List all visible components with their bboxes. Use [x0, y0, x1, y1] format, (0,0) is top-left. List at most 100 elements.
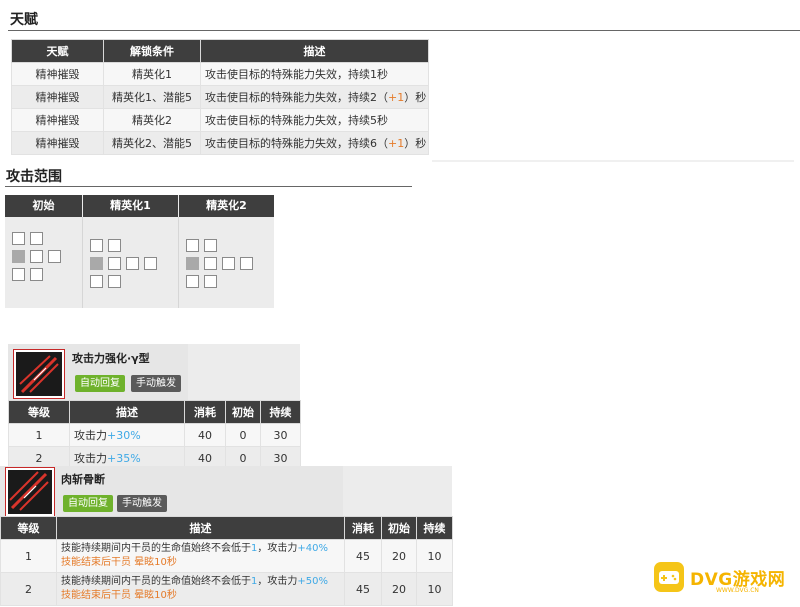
range-cell [90, 275, 103, 288]
range-header-elite1: 精英化1 [83, 195, 178, 217]
skill1-table-header: 等级 描述 消耗 初始 持续 [8, 400, 301, 424]
skill2-cost: 45 [344, 572, 382, 606]
skill2-bonus: +50% [297, 576, 328, 587]
skill2-duration: 10 [416, 539, 453, 573]
skill2-name: 肉斩骨断 [61, 473, 105, 486]
skill2-header-duration: 持续 [416, 516, 453, 540]
claw-icon [16, 352, 62, 396]
skill2-header-cost: 消耗 [344, 516, 382, 540]
talent-title-divider [8, 30, 800, 31]
skill1-icon [14, 350, 64, 398]
skill2-auto-recovery-badge: 自动回复 [63, 495, 113, 512]
talent-name: 精神摧毁 [11, 131, 104, 155]
range-cell [126, 257, 139, 270]
range-cell [108, 239, 121, 252]
talent-desc: 攻击使目标的特殊能力失效，持续5秒 [200, 108, 429, 132]
range-cell [90, 239, 103, 252]
skill1-bonus: +30% [107, 429, 141, 442]
table-row: 1 技能持续期间内干员的生命值始终不会低于1，攻击力+40% 技能结束后干员 晕… [0, 539, 453, 573]
table-row: 2 技能持续期间内干员的生命值始终不会低于1，攻击力+50% 技能结束后干员 晕… [0, 572, 453, 606]
skill1-header-init: 初始 [225, 400, 261, 424]
skill2-init: 20 [381, 572, 417, 606]
table-row: 1 攻击力+30% 40 0 30 [8, 423, 301, 447]
skill1-duration: 30 [260, 423, 301, 447]
skill2-table-header: 等级 描述 消耗 初始 持续 [0, 516, 453, 540]
skill2-header-desc: 描述 [56, 516, 345, 540]
table-row: 精神摧毁 精英化1 攻击使目标的特殊能力失效，持续1秒 [11, 62, 429, 86]
talent-condition: 精英化1 [103, 62, 201, 86]
talent-table-header: 天赋 解锁条件 描述 [11, 39, 429, 63]
skill2-table: 等级 描述 消耗 初始 持续 1 技能持续期间内干员的生命值始终不会低于1，攻击… [0, 516, 453, 606]
talent-table: 天赋 解锁条件 描述 精神摧毁 精英化1 攻击使目标的特殊能力失效，持续1秒 精… [11, 39, 429, 155]
skill2-duration: 10 [416, 572, 453, 606]
talent-desc: 攻击使目标的特殊能力失效，持续2（+1）秒 [200, 85, 429, 109]
range-cell [48, 250, 61, 263]
talent-desc: 攻击使目标的特殊能力失效，持续6（+1）秒 [200, 131, 429, 155]
range-cell [222, 257, 235, 270]
talent-name: 精神摧毁 [11, 62, 104, 86]
claw-icon [8, 470, 52, 514]
talent-desc: 攻击使目标的特殊能力失效，持续1秒 [200, 62, 429, 86]
talent-condition: 精英化1、潜能5 [103, 85, 201, 109]
skill1-auto-recovery-badge: 自动回复 [75, 375, 125, 392]
range-cell [204, 239, 217, 252]
skill1-bonus: +35% [107, 452, 141, 465]
talent-header-name: 天赋 [11, 39, 104, 63]
skill1-cost: 40 [184, 423, 226, 447]
skill2-level: 2 [0, 572, 57, 606]
skill2-header-level: 等级 [0, 516, 57, 540]
skill2-desc: 技能持续期间内干员的生命值始终不会低于1，攻击力+50% 技能结束后干员 晕眩1… [56, 572, 345, 606]
range-col-divider [82, 217, 83, 308]
talent-header-condition: 解锁条件 [103, 39, 201, 63]
skill2-desc: 技能持续期间内干员的生命值始终不会低于1，攻击力+40% 技能结束后干员 晕眩1… [56, 539, 345, 573]
skill2-level: 1 [0, 539, 57, 573]
skill2-side-effect: 技能结束后干员 晕眩10秒 [61, 557, 177, 568]
talent-name: 精神摧毁 [11, 85, 104, 109]
skill2-header-right [343, 466, 452, 516]
skill1-header-right [188, 344, 300, 400]
skill2-icon [6, 468, 54, 516]
skill1-name: 攻击力强化·γ型 [72, 352, 150, 365]
range-cell [108, 257, 121, 270]
skill1-desc: 攻击力+30% [69, 423, 185, 447]
talent-name: 精神摧毁 [11, 108, 104, 132]
range-cell [108, 275, 121, 288]
range-cell [30, 250, 43, 263]
range-cell-operator [90, 257, 103, 270]
range-cell-operator [186, 257, 199, 270]
skill2-header-init: 初始 [381, 516, 417, 540]
range-col-divider [178, 217, 179, 308]
skill2-bonus: +40% [297, 543, 328, 554]
range-cell [12, 232, 25, 245]
talent-condition: 精英化2 [103, 108, 201, 132]
range-section-title: 攻击范围 [6, 169, 62, 185]
talent-section-title: 天赋 [10, 12, 38, 28]
range-cell [30, 268, 43, 281]
range-cell [240, 257, 253, 270]
range-cell [204, 257, 217, 270]
table-row: 精神摧毁 精英化1、潜能5 攻击使目标的特殊能力失效，持续2（+1）秒 [11, 85, 429, 109]
skill1-manual-trigger-badge: 手动触发 [131, 375, 181, 392]
watermark-logo-icon [654, 562, 684, 592]
skill1-header-cost: 消耗 [184, 400, 226, 424]
skill1-header-duration: 持续 [260, 400, 301, 424]
skill2-manual-trigger-badge: 手动触发 [117, 495, 167, 512]
talent-condition: 精英化2、潜能5 [103, 131, 201, 155]
skill1-init: 0 [225, 423, 261, 447]
talent-header-desc: 描述 [200, 39, 429, 63]
range-cell [12, 268, 25, 281]
talent-plus-value: +1 [388, 91, 405, 104]
range-panel: 初始 精英化1 精英化2 [5, 195, 274, 308]
range-cell-operator [12, 250, 25, 263]
range-cell [204, 275, 217, 288]
skill1-header-level: 等级 [8, 400, 70, 424]
range-title-divider [5, 186, 412, 187]
range-header-elite2: 精英化2 [179, 195, 274, 217]
gamepad-icon [659, 571, 679, 584]
range-cell [186, 239, 199, 252]
skill1-table: 等级 描述 消耗 初始 持续 1 攻击力+30% 40 0 30 2 攻击力+3… [8, 400, 301, 470]
watermark-subtext: WWW.DVG.CN [716, 587, 759, 594]
range-cell [186, 275, 199, 288]
range-cell [30, 232, 43, 245]
range-cell [144, 257, 157, 270]
